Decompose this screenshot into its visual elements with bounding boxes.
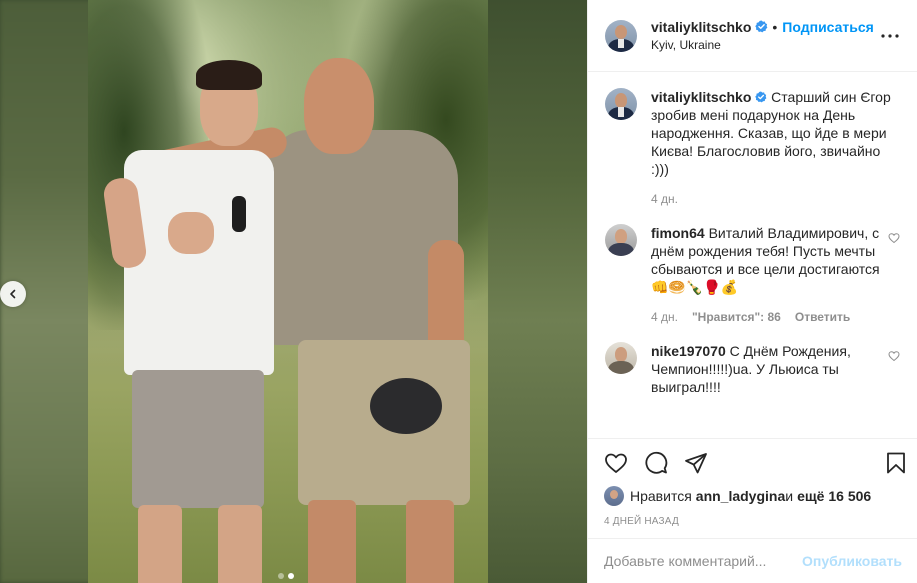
post-location[interactable]: Kyiv, Ukraine xyxy=(651,36,874,54)
photo-man-left-shorts xyxy=(132,370,264,508)
follow-button[interactable]: Подписаться xyxy=(782,18,874,36)
photo-man-left-leg-right xyxy=(218,505,262,583)
heart-icon xyxy=(605,453,627,473)
comment-username[interactable]: nike197070 xyxy=(651,343,726,359)
caption: vitaliyklitschko Старший син Єгор зробив… xyxy=(605,88,902,208)
likes-conjunction: и xyxy=(785,488,794,504)
carousel-dot-active xyxy=(288,573,294,579)
comment-item: nike197070 С Днём Рождения, Чемпион!!!!!… xyxy=(605,342,902,396)
author-username[interactable]: vitaliyklitschko xyxy=(651,18,751,36)
comment-age[interactable]: 4 дн. xyxy=(651,308,678,326)
comment-input[interactable] xyxy=(604,553,795,569)
add-comment-bar: Опубликовать xyxy=(588,538,917,583)
photo-man-left-hair xyxy=(196,60,262,90)
reply-button[interactable]: Ответить xyxy=(795,308,850,326)
liker-username[interactable]: ann_ladygina xyxy=(696,488,785,504)
like-comment-heart-icon[interactable] xyxy=(888,232,900,244)
post-photo xyxy=(88,0,488,583)
more-horizontal-icon xyxy=(881,34,899,38)
photo-peace-sign-hand xyxy=(168,212,214,254)
photo-man-right-head xyxy=(304,58,374,154)
comments-list: vitaliyklitschko Старший син Єгор зробив… xyxy=(588,72,917,438)
carousel-prev-button[interactable] xyxy=(0,281,26,307)
post-modal: vitaliyklitschko • Подписаться Kyiv, Ukr… xyxy=(0,0,917,583)
like-comment-heart-icon[interactable] xyxy=(888,350,900,362)
post-sidebar: vitaliyklitschko • Подписаться Kyiv, Ukr… xyxy=(587,0,917,583)
comment-avatar[interactable] xyxy=(605,224,637,256)
caption-age[interactable]: 4 дн. xyxy=(651,190,678,208)
photo-man-left-leg-left xyxy=(138,505,182,583)
post-header: vitaliyklitschko • Подписаться Kyiv, Ukr… xyxy=(588,0,917,72)
blurred-background-right xyxy=(487,0,587,583)
carousel-dot xyxy=(278,573,284,579)
more-options-button[interactable] xyxy=(878,24,902,48)
comment-button[interactable] xyxy=(644,451,668,475)
caption-username[interactable]: vitaliyklitschko xyxy=(651,89,751,105)
header-separator: • xyxy=(772,18,778,35)
comment-username[interactable]: fimon64 xyxy=(651,225,705,241)
likes-summary: Нравится ann_ladygina и ещё 16 506 xyxy=(604,486,871,506)
author-avatar[interactable] xyxy=(605,19,637,52)
comment-icon xyxy=(645,451,668,474)
author-info: vitaliyklitschko • Подписаться Kyiv, Ukr… xyxy=(651,18,874,54)
post-media xyxy=(0,0,587,583)
photo-man-right-leg-left xyxy=(308,500,356,583)
save-button[interactable] xyxy=(884,451,908,475)
comment-likes-count[interactable]: "Нравится": 86 xyxy=(692,308,781,326)
like-button[interactable] xyxy=(604,451,628,475)
likes-count[interactable]: ещё 16 506 xyxy=(797,488,871,504)
verified-badge-icon xyxy=(755,91,767,103)
photo-cap xyxy=(370,378,442,434)
carousel-indicator xyxy=(278,573,294,579)
liker-avatar[interactable] xyxy=(604,486,624,506)
bookmark-icon xyxy=(887,452,905,474)
comment-avatar[interactable] xyxy=(605,342,637,374)
verified-badge-icon xyxy=(755,20,768,33)
post-date[interactable]: 4 ДНЕЙ НАЗАД xyxy=(604,516,679,527)
caption-author-avatar[interactable] xyxy=(605,88,637,120)
likes-prefix: Нравится xyxy=(630,488,692,504)
paper-plane-icon xyxy=(685,453,707,474)
photo-man-left-torso xyxy=(124,150,274,375)
publish-button[interactable]: Опубликовать xyxy=(802,553,902,569)
chevron-left-icon xyxy=(10,289,16,299)
photo-man-right-leg-right xyxy=(406,500,454,583)
share-button[interactable] xyxy=(684,451,708,475)
comment-item: fimon64 Виталий Владимирович, с днём рож… xyxy=(605,224,902,326)
photo-sunglasses xyxy=(232,196,246,232)
action-bar xyxy=(588,438,917,490)
